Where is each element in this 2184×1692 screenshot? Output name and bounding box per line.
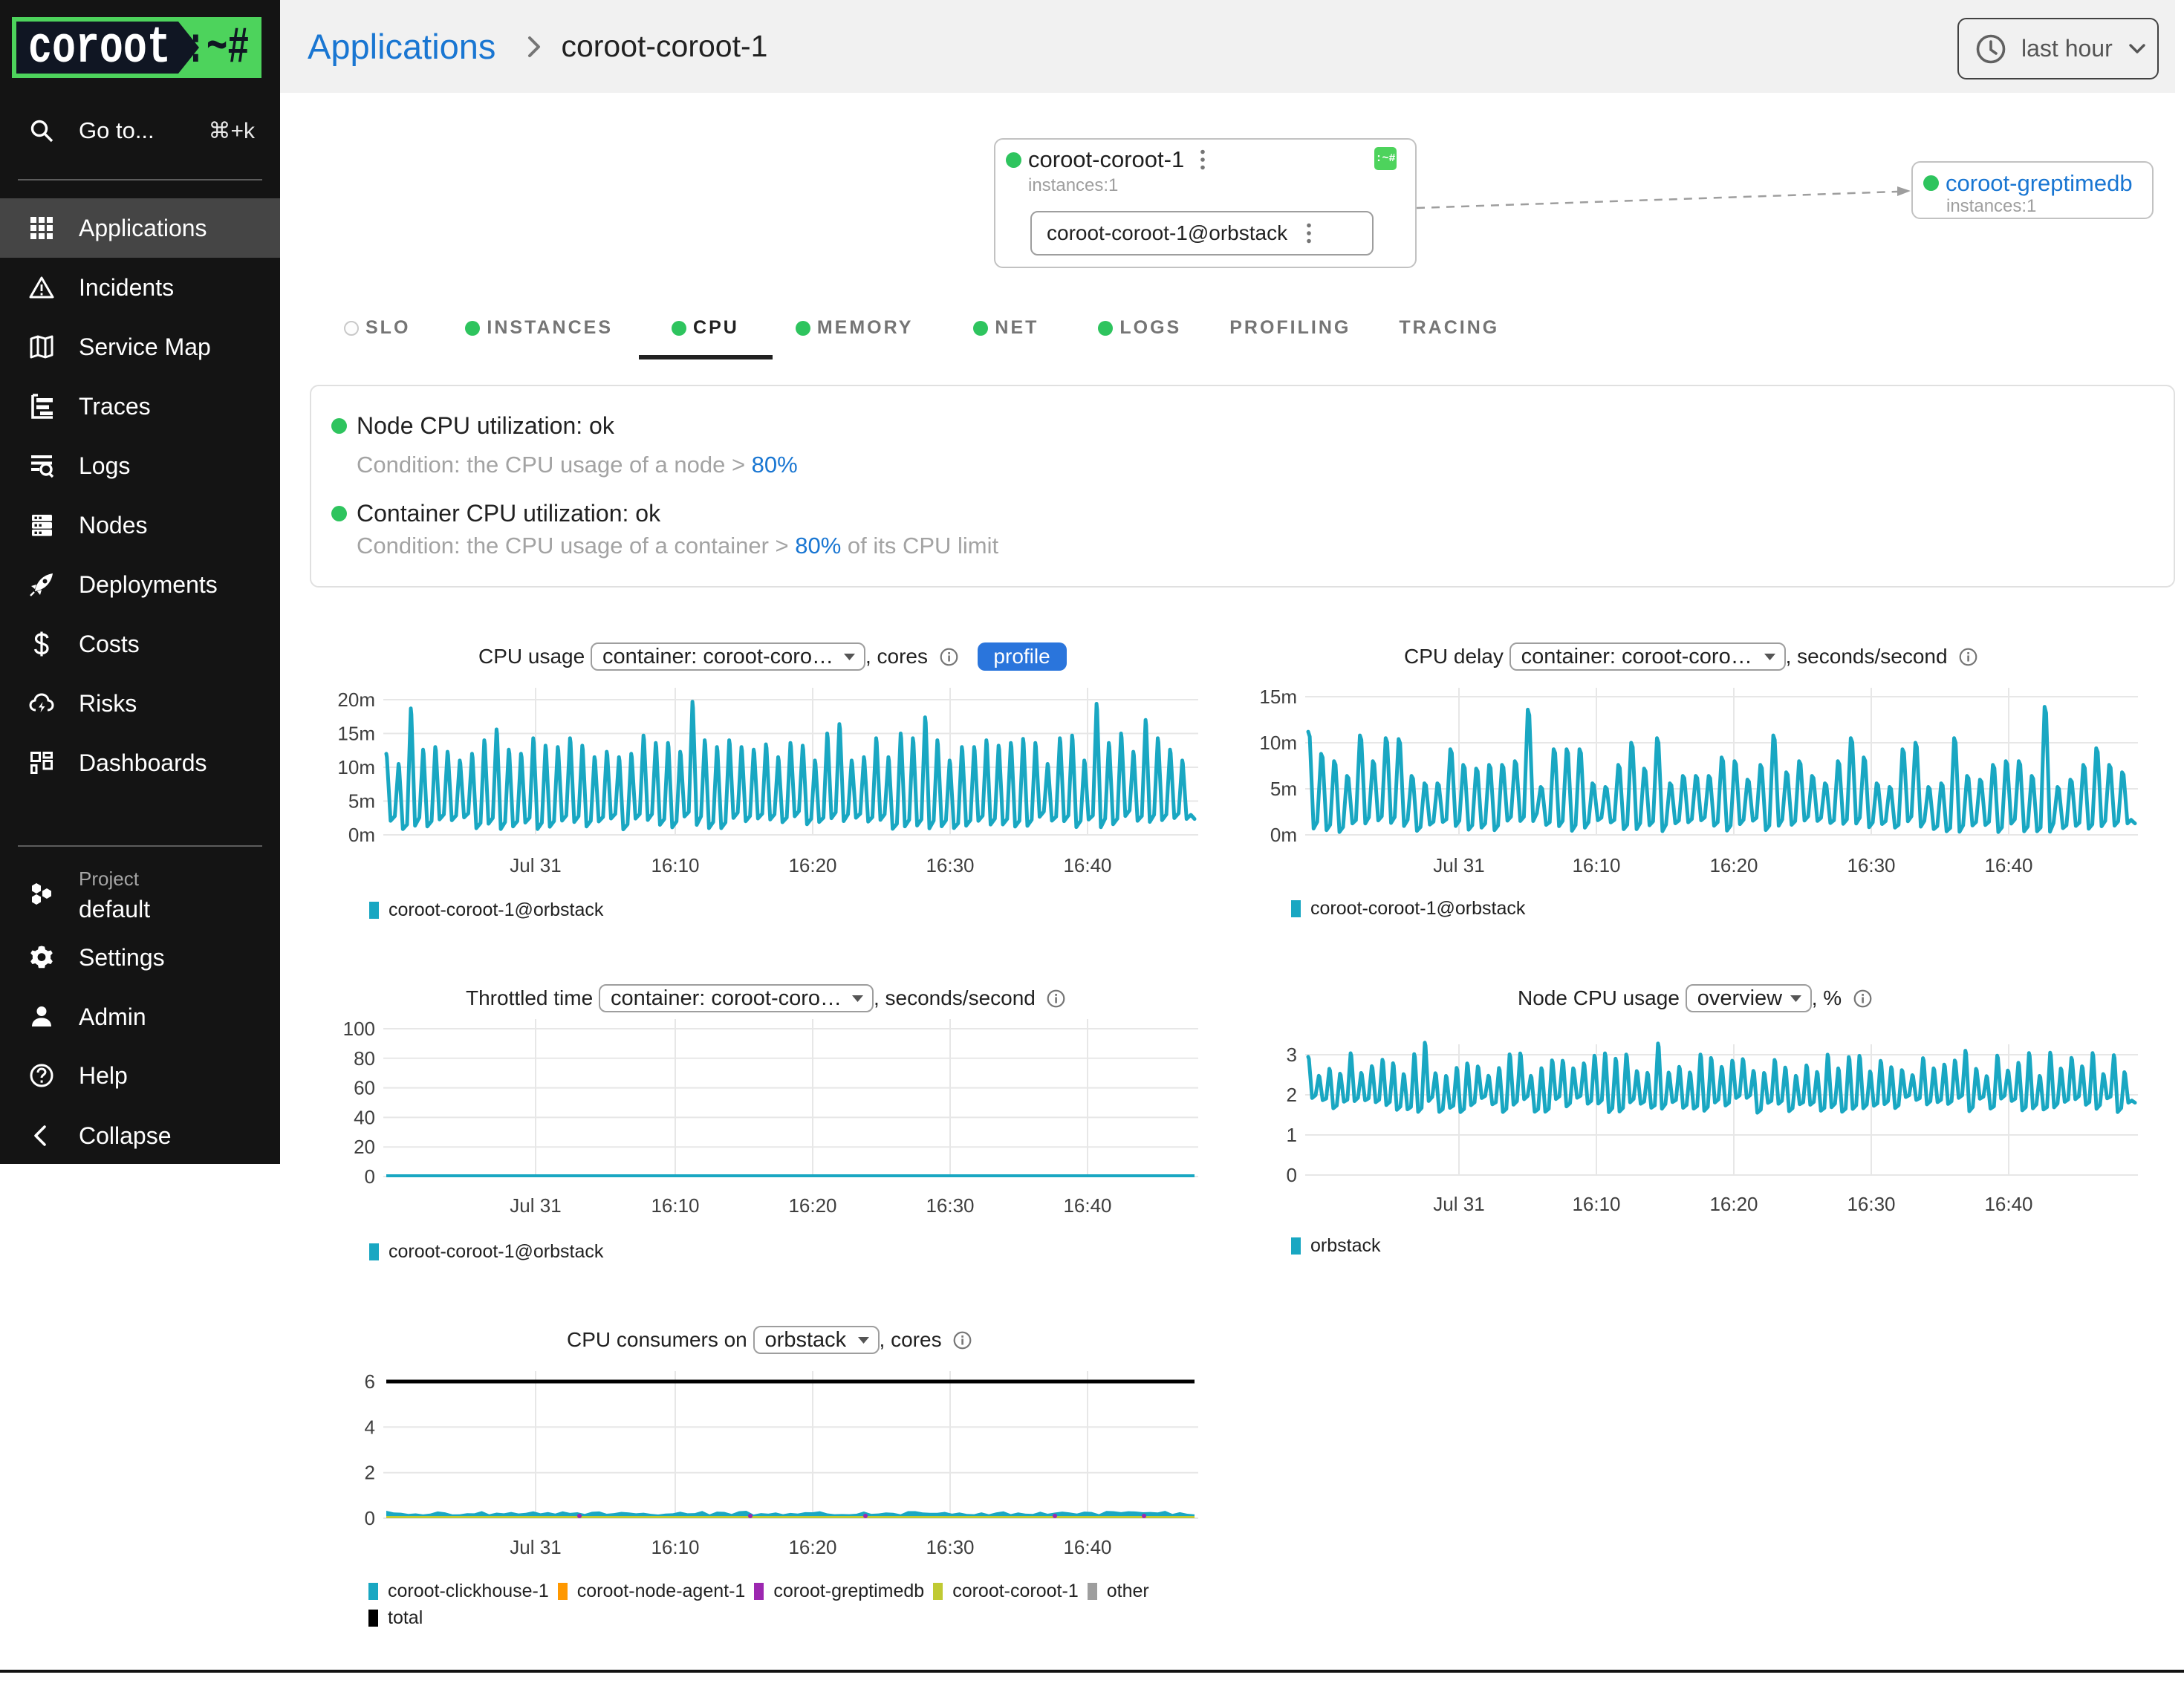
svg-text:60: 60 bbox=[354, 1077, 375, 1099]
svg-text:80: 80 bbox=[354, 1047, 375, 1070]
svg-text:16:30: 16:30 bbox=[926, 854, 974, 876]
svg-text:16:30: 16:30 bbox=[1847, 1193, 1895, 1215]
svg-text:5m: 5m bbox=[348, 790, 375, 813]
svg-text:40: 40 bbox=[354, 1106, 375, 1128]
svg-text:10m: 10m bbox=[1259, 732, 1297, 754]
svg-text:16:40: 16:40 bbox=[1063, 854, 1111, 876]
svg-text:15m: 15m bbox=[337, 723, 375, 745]
svg-text:20m: 20m bbox=[337, 689, 375, 711]
svg-text:16:30: 16:30 bbox=[926, 1536, 974, 1558]
svg-text:16:20: 16:20 bbox=[788, 854, 836, 876]
svg-text:16:20: 16:20 bbox=[1709, 854, 1758, 876]
svg-text:16:20: 16:20 bbox=[1709, 1193, 1758, 1215]
svg-text:0: 0 bbox=[365, 1507, 375, 1529]
svg-text:0m: 0m bbox=[348, 824, 375, 846]
svg-text:10m: 10m bbox=[337, 756, 375, 778]
svg-text:16:10: 16:10 bbox=[651, 1536, 699, 1558]
svg-text:Jul 31: Jul 31 bbox=[1433, 854, 1484, 876]
svg-text:16:10: 16:10 bbox=[1572, 1193, 1620, 1215]
svg-text:20: 20 bbox=[354, 1136, 375, 1158]
svg-text:15m: 15m bbox=[1259, 686, 1297, 708]
svg-text:16:20: 16:20 bbox=[788, 1536, 836, 1558]
svg-text:100: 100 bbox=[343, 1018, 375, 1040]
svg-text:3: 3 bbox=[1287, 1044, 1297, 1066]
svg-text:0: 0 bbox=[1287, 1164, 1297, 1186]
svg-text:16:30: 16:30 bbox=[1847, 854, 1895, 876]
svg-text:Jul 31: Jul 31 bbox=[510, 1536, 561, 1558]
svg-text:16:40: 16:40 bbox=[1984, 1193, 2032, 1215]
svg-text:16:10: 16:10 bbox=[651, 854, 699, 876]
svg-text:5m: 5m bbox=[1270, 778, 1297, 800]
svg-text:2: 2 bbox=[365, 1462, 375, 1484]
svg-text:0m: 0m bbox=[1270, 824, 1297, 846]
svg-text:0: 0 bbox=[365, 1165, 375, 1188]
svg-text:16:20: 16:20 bbox=[788, 1194, 836, 1217]
svg-text:Jul 31: Jul 31 bbox=[1433, 1193, 1484, 1215]
svg-text:16:40: 16:40 bbox=[1063, 1536, 1111, 1558]
svg-text:16:10: 16:10 bbox=[651, 1194, 699, 1217]
svg-text:16:10: 16:10 bbox=[1572, 854, 1620, 876]
svg-text:4: 4 bbox=[365, 1416, 375, 1438]
svg-text:16:30: 16:30 bbox=[926, 1194, 974, 1217]
svg-text:16:40: 16:40 bbox=[1063, 1194, 1111, 1217]
svg-text:1: 1 bbox=[1287, 1124, 1297, 1146]
svg-text:Jul 31: Jul 31 bbox=[510, 1194, 561, 1217]
svg-text:Jul 31: Jul 31 bbox=[510, 854, 561, 876]
svg-text:16:40: 16:40 bbox=[1984, 854, 2032, 876]
svg-text:6: 6 bbox=[365, 1370, 375, 1393]
svg-text:2: 2 bbox=[1287, 1084, 1297, 1106]
